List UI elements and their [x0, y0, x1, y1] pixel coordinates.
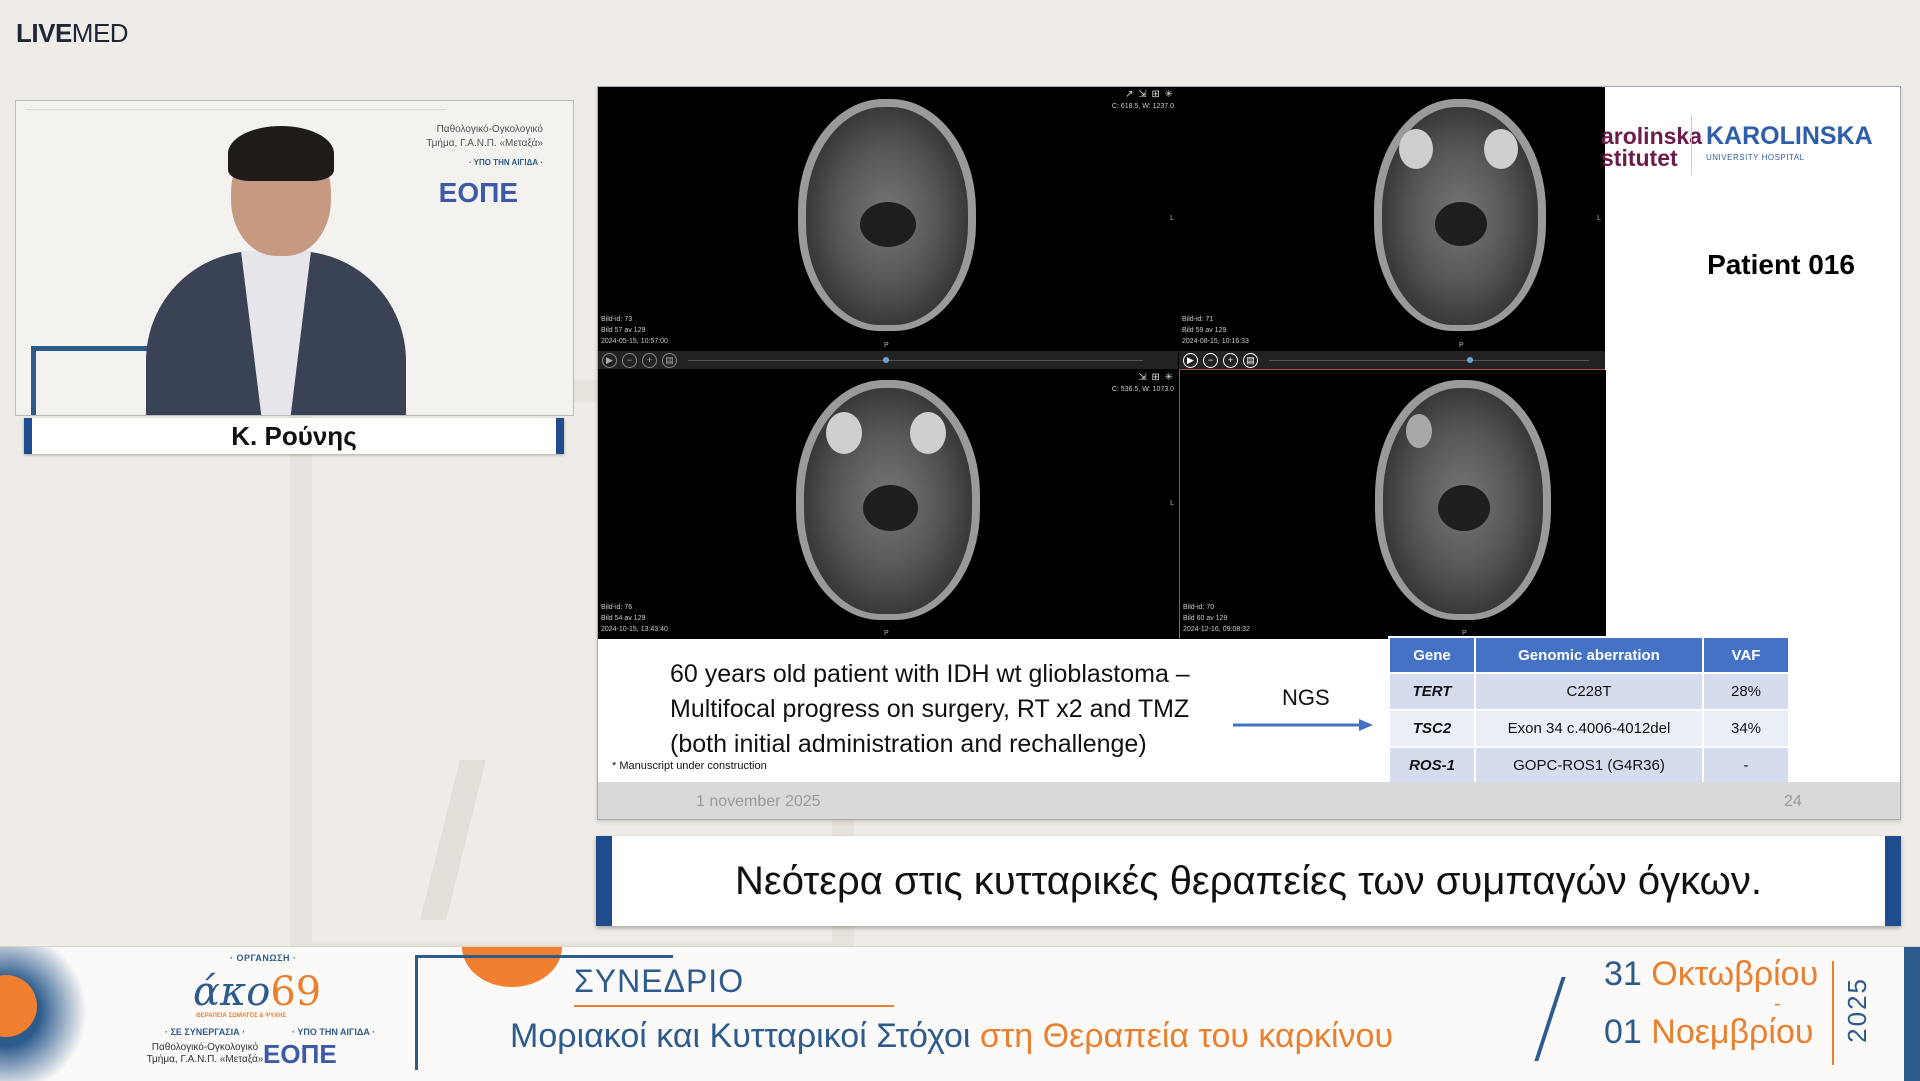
viewer-toolbar-2: ▶ − + ▤ — [1179, 351, 1605, 370]
ako-logo: άκο69 — [193, 969, 322, 1015]
congress-date-start: 31 Οκτωβρίου — [1604, 955, 1819, 993]
column-header: VAF — [1702, 636, 1790, 674]
mri-pane-1: ↗ ⇲ ⊞ ✳ C: 618.5, W: 1237.0 L P Bild-id:… — [598, 87, 1178, 351]
congress-year: 2025 — [1842, 977, 1872, 1043]
vaf-cell: - — [1702, 746, 1790, 785]
gene-cell: TSC2 — [1388, 709, 1476, 748]
aberration-cell: Exon 34 c.4006-4012del — [1474, 709, 1704, 748]
vaf-cell: 28% — [1702, 672, 1790, 711]
karolinska-institutet-logo: arolinska stitutet — [1601, 123, 1702, 171]
play-icon[interactable]: ▶ — [602, 353, 617, 368]
vaf-cell: 34% — [1702, 709, 1790, 748]
slide-date: 1 november 2025 — [696, 793, 821, 810]
eope-logo: ΕΟΠΕ — [438, 177, 518, 208]
congress-label: ΣΥΝΕΔΡΙΟ — [574, 963, 745, 999]
viewer-toolbar-1: ▶ − + ▤ — [598, 351, 1178, 369]
logo-divider — [1691, 115, 1692, 175]
aberration-cell: C228T — [1474, 672, 1704, 711]
mri-viewer: ↗ ⇲ ⊞ ✳ C: 618.5, W: 1237.0 L P Bild-id:… — [598, 87, 1606, 639]
ngs-results-table: Gene Genomic aberration VAF TERT C228T 2… — [1388, 636, 1790, 785]
eope-logo: ΕΟΠΕ — [263, 1039, 337, 1069]
zoom-in-icon[interactable]: + — [642, 353, 657, 368]
speaker-name: Κ. Ρούνης — [24, 418, 564, 454]
timeline-slider[interactable] — [688, 360, 1143, 361]
column-header: Genomic aberration — [1474, 636, 1704, 674]
congress-title: Μοριακοί και Κυτταρικοί Στόχοι στη Θεραπ… — [510, 1017, 1394, 1055]
settings-icon[interactable]: ▤ — [1243, 353, 1258, 368]
arrow-right-icon — [1233, 719, 1373, 731]
mri-pane-4: P Bild-id: 70 Bild 60 av 129 2024-12-16, 0… — [1179, 370, 1606, 639]
patient-title: Patient 016 — [1707, 249, 1855, 280]
zoom-out-icon[interactable]: − — [622, 353, 637, 368]
presentation-slide: ↗ ⇲ ⊞ ✳ C: 618.5, W: 1237.0 L P Bild-id:… — [597, 86, 1901, 820]
gene-cell: ROS-1 — [1388, 746, 1476, 785]
column-header: Gene — [1388, 636, 1476, 674]
aberration-cell: GOPC-ROS1 (G4R36) — [1474, 746, 1704, 785]
table-row: TERT C228T 28% — [1388, 672, 1790, 711]
table-row: TSC2 Exon 34 c.4006-4012del 34% — [1388, 709, 1790, 748]
timeline-slider[interactable] — [1269, 360, 1589, 361]
speaker-video: Παθολογικό-Ογκολογικό Τμήμα, Γ.Α.Ν.Π. «Με… — [15, 100, 574, 416]
slider-handle[interactable] — [1467, 357, 1473, 363]
livemed-logo: LIVEMED — [16, 18, 129, 48]
patient-description: 60 years old patient with IDH wt gliobla… — [670, 660, 1190, 758]
talk-title-bar: Νεότερα στις κυτταρικές θεραπείες των συ… — [596, 836, 1901, 926]
mri-pane-2: L P Bild-id: 71 Bild 59 av 129 2024-08-15,… — [1179, 87, 1605, 351]
mri-pane-3: ⇲ ⊞ ✳ C: 536.5, W: 1073.0 L P Bild-id: 7… — [598, 370, 1178, 639]
congress-date-end: 01 Νοεμβρίου — [1604, 1013, 1814, 1051]
play-icon[interactable]: ▶ — [1183, 353, 1198, 368]
slider-handle[interactable] — [883, 357, 889, 363]
viewer-tools-icon[interactable]: ↗ ⇲ ⊞ ✳ — [1125, 89, 1174, 100]
ngs-label: NGS — [1282, 685, 1330, 710]
zoom-in-icon[interactable]: + — [1223, 353, 1238, 368]
slide-number: 24 — [1784, 793, 1802, 810]
zoom-out-icon[interactable]: − — [1203, 353, 1218, 368]
manuscript-note: * Manuscript under construction — [612, 760, 767, 772]
karolinska-hospital-logo: KAROLINSKA UNIVERSITY HOSPITAL — [1706, 122, 1873, 163]
table-header-row: Gene Genomic aberration VAF — [1388, 636, 1790, 674]
settings-icon[interactable]: ▤ — [662, 353, 677, 368]
gene-cell: TERT — [1388, 672, 1476, 711]
table-row: ROS-1 GOPC-ROS1 (G4R36) - — [1388, 746, 1790, 785]
congress-banner: · ΟΡΓΑΝΩΣΗ · άκο69 ΘΕΡΑΠΕΙΑ ΣΩΜΑΤΟΣ & ΨΥ… — [0, 946, 1920, 1081]
viewer-tools-icon[interactable]: ⇲ ⊞ ✳ — [1138, 372, 1174, 383]
